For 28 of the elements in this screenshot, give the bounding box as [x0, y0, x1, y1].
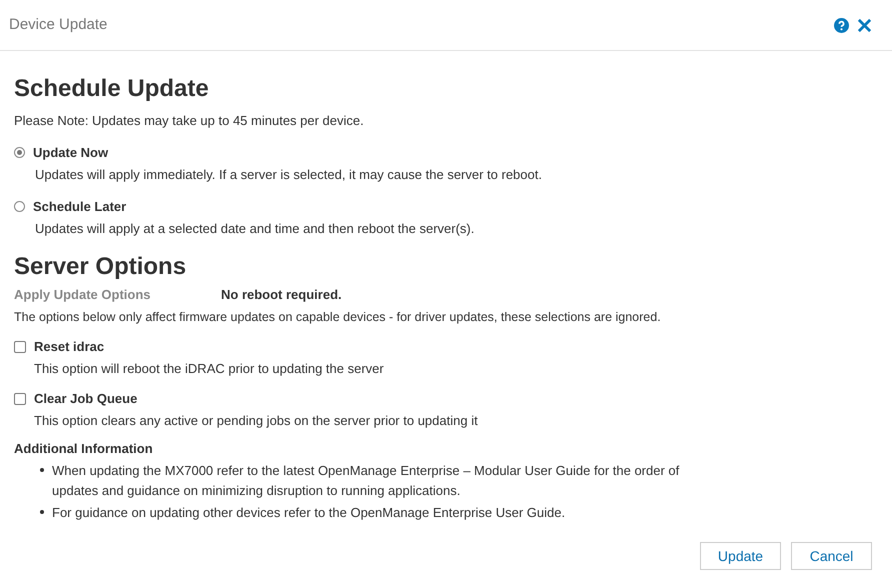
section-heading: Server Options [14, 252, 188, 280]
note-text: Please Note: Updates may take up to 45 minutes per device. [14, 112, 365, 130]
radio-label: Update Now [33, 144, 108, 162]
radio-button[interactable] [14, 146, 25, 158]
option-description: Updates will apply immediately. If a server is selected, it may cause the server to reboot. [35, 166, 543, 184]
cancel-button[interactable]: Cancel [791, 542, 872, 570]
checkbox-label: Reset idrac [34, 338, 104, 356]
radio-label: Schedule Later [33, 198, 126, 216]
note-text: The options below only affect firmware updates on capable devices - for driver updates, these selections are ignored. [14, 309, 662, 326]
checkbox[interactable] [14, 392, 26, 404]
bullet-icon [40, 510, 44, 514]
bullet-icon [40, 468, 44, 472]
section-heading: Schedule Update [14, 75, 210, 103]
window-title: Device Update [9, 14, 108, 35]
update-button[interactable]: Update [700, 542, 781, 570]
field-label: Apply Update Options [14, 286, 152, 304]
radio-button[interactable] [14, 200, 25, 212]
option-description: This option will reboot the iDRAC prior to updating the server [34, 360, 385, 378]
help-icon[interactable] [834, 18, 849, 32]
checkbox[interactable] [14, 340, 26, 352]
checkbox-label: Clear Job Queue [34, 390, 138, 408]
option-description: This option clears any active or pending jobs on the server prior to updating it [34, 412, 479, 430]
info-text: When updating the MX7000 refer to the latest OpenManage Enterprise – Modular User Guide for the order of updates and guidance on minimizing disruption to running applications. [52, 462, 680, 500]
info-text: For guidance on updating other devices refer to the OpenManage Enterprise User Guide. [52, 504, 566, 522]
field-value: No reboot required. [221, 286, 342, 304]
subheading: Additional Information [14, 440, 154, 458]
option-description: Updates will apply at a selected date and time and then reboot the server(s). [35, 220, 476, 238]
close-icon[interactable] [857, 18, 872, 32]
